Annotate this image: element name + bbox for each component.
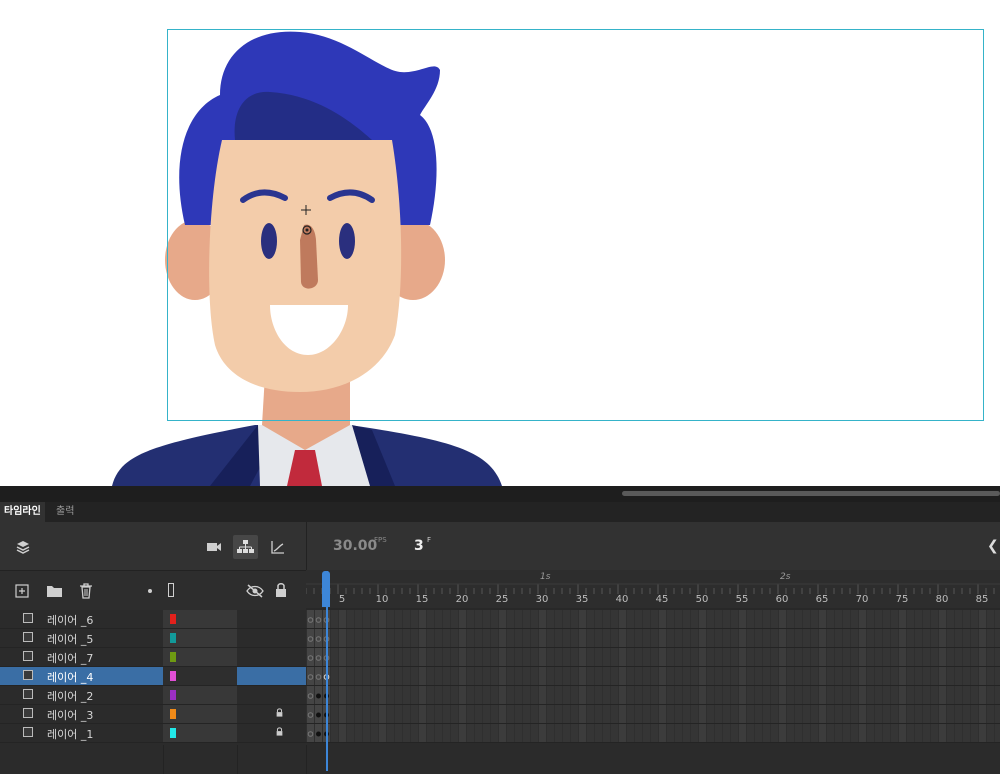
frame-ruler[interactable]: 5 10 15 20 25 30 35 40 45 50 55 60 65 70 75 80 85 1s 2s bbox=[306, 570, 1000, 610]
ruler-tick-label: 40 bbox=[615, 594, 629, 605]
layer-color-swatch[interactable] bbox=[170, 671, 176, 681]
layer-row[interactable]: 레이어 _6 bbox=[0, 610, 306, 629]
layer-type-icon bbox=[23, 651, 33, 661]
layer-type-icon bbox=[23, 613, 33, 623]
layer-parenting-icon bbox=[237, 540, 254, 553]
layer-color-swatch[interactable] bbox=[170, 690, 176, 700]
playhead[interactable] bbox=[326, 571, 328, 771]
ruler-tick-label: 30 bbox=[535, 594, 549, 605]
frame-unit-label: F bbox=[427, 536, 432, 544]
selected-row-highlight bbox=[237, 667, 306, 685]
lock-icon[interactable] bbox=[275, 727, 284, 736]
panel-bottom-area bbox=[0, 745, 1000, 774]
layer-type-icon bbox=[23, 670, 33, 680]
horizontal-scrollbar[interactable] bbox=[622, 491, 1000, 496]
layer-toolbar bbox=[0, 570, 306, 611]
current-frame-value[interactable]: 3 bbox=[414, 538, 424, 554]
layer-name[interactable]: 레이어 _7 bbox=[47, 650, 93, 666]
ruler-tick-label: 70 bbox=[855, 594, 869, 605]
layer-color-swatch[interactable] bbox=[170, 728, 176, 738]
ruler-tick-label: 85 bbox=[975, 594, 989, 605]
layer-type-icon bbox=[23, 689, 33, 699]
ruler-second-label: 2s bbox=[780, 572, 791, 582]
new-folder-icon[interactable] bbox=[46, 584, 63, 598]
layer-name[interactable]: 레이어 _3 bbox=[47, 707, 93, 723]
layer-name[interactable]: 레이어 _4 bbox=[47, 669, 93, 685]
stage-bounds bbox=[167, 29, 984, 421]
ruler-tick-label: 10 bbox=[375, 594, 389, 605]
layer-type-icon bbox=[23, 632, 33, 642]
fps-value[interactable]: 30.00 bbox=[333, 538, 377, 554]
layer-color-swatch[interactable] bbox=[170, 614, 176, 624]
lock-all-icon[interactable] bbox=[275, 582, 287, 598]
ruler-tick-label: 80 bbox=[935, 594, 949, 605]
outline-toggle-icon[interactable] bbox=[168, 583, 174, 597]
ruler-tick-label: 55 bbox=[735, 594, 749, 605]
lock-icon[interactable] bbox=[275, 708, 284, 717]
ruler-tick-label: 20 bbox=[455, 594, 469, 605]
layer-color-swatch[interactable] bbox=[170, 652, 176, 662]
ruler-tick-label: 45 bbox=[655, 594, 669, 605]
graph-icon[interactable] bbox=[270, 539, 286, 555]
fps-unit-label: FPS bbox=[374, 536, 387, 544]
layer-row[interactable]: 레이어 _7 bbox=[0, 648, 306, 667]
layer-row[interactable]: 레이어 _4 bbox=[0, 667, 306, 686]
camera-icon[interactable] bbox=[206, 540, 222, 554]
ruler-tick-label: 15 bbox=[415, 594, 429, 605]
layer-name[interactable]: 레이어 _2 bbox=[47, 688, 93, 704]
trash-icon[interactable] bbox=[79, 583, 93, 599]
timeline-panel: 타임라인 출력 30.00 FPS 3 F ❮ 5 10 15 20 25 30… bbox=[0, 486, 1000, 774]
layer-row[interactable]: 레이어 _5 bbox=[0, 629, 306, 648]
layer-row[interactable]: 레이어 _3 bbox=[0, 705, 306, 724]
timeline-header-left bbox=[0, 522, 306, 570]
layer-name[interactable]: 레이어 _6 bbox=[47, 612, 93, 628]
ruler-tick-label: 65 bbox=[815, 594, 829, 605]
ruler-tick-label: 5 bbox=[338, 594, 346, 605]
ruler-tick-label: 75 bbox=[895, 594, 909, 605]
layer-parenting-button[interactable] bbox=[233, 535, 258, 559]
timeline-header-right: 30.00 FPS 3 F ❮ bbox=[306, 522, 1000, 570]
tab-timeline[interactable]: 타임라인 bbox=[0, 502, 45, 522]
layer-type-icon bbox=[23, 708, 33, 718]
ruler-second-label: 1s bbox=[540, 572, 551, 582]
stage[interactable] bbox=[0, 0, 1000, 486]
layer-color-swatch[interactable] bbox=[170, 633, 176, 643]
layer-name[interactable]: 레이어 _5 bbox=[47, 631, 93, 647]
show-all-dot-icon[interactable] bbox=[148, 589, 152, 593]
ruler-tick-label: 35 bbox=[575, 594, 589, 605]
ruler-tick-label: 50 bbox=[695, 594, 709, 605]
ruler-tick-label: 60 bbox=[775, 594, 789, 605]
chevron-left-icon[interactable]: ❮ bbox=[987, 538, 999, 554]
layers-icon[interactable] bbox=[15, 539, 31, 555]
layer-row[interactable]: 레이어 _2 bbox=[0, 686, 306, 705]
layer-color-swatch[interactable] bbox=[170, 709, 176, 719]
layer-name[interactable]: 레이어 _1 bbox=[47, 726, 93, 742]
new-layer-icon[interactable] bbox=[15, 584, 29, 598]
frame-grid[interactable] bbox=[306, 610, 1000, 745]
tab-output[interactable]: 출력 bbox=[52, 502, 78, 522]
layer-row[interactable]: 레이어 _1 bbox=[0, 724, 306, 743]
panel-scroll-area bbox=[0, 486, 1000, 502]
hide-all-eye-icon[interactable] bbox=[246, 583, 264, 599]
layer-type-icon bbox=[23, 727, 33, 737]
ruler-tick-label: 25 bbox=[495, 594, 509, 605]
panel-tabs: 타임라인 출력 bbox=[0, 502, 1000, 522]
